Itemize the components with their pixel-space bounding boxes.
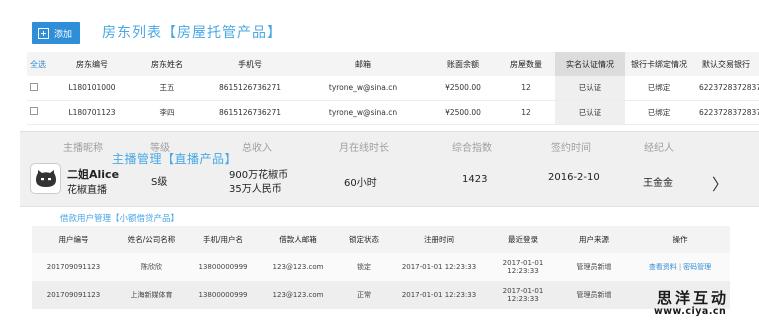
- cell-default-bank: 6223728372837: [693, 100, 759, 125]
- cell-actions: 查看资料 | 密码管理: [630, 253, 730, 281]
- cell-user-phone: 13800000999: [188, 281, 258, 309]
- col-default-bank: 默认交易银行: [693, 52, 759, 76]
- col-last-login: 最近登录: [488, 226, 558, 253]
- anchor-name: 二姐Alice: [67, 168, 120, 181]
- anchor-section-title: 主播管理【直播产品】: [112, 152, 238, 166]
- col-landlord-id: 房东编号: [53, 52, 131, 76]
- cell-lock-status: 锁定: [338, 253, 390, 281]
- col-user-email: 借款人邮箱: [258, 226, 338, 253]
- cell-user-id: 201709091123: [32, 281, 115, 309]
- cell-landlord-id: L180701123: [53, 100, 131, 125]
- cell-reg-time: 2017-01-01 12:23:33: [390, 253, 488, 281]
- table-row: 201709091123 上海新媒体育 13800000999 123@123.…: [32, 281, 730, 309]
- watermark-url: www.ciya.cn: [654, 306, 727, 317]
- add-button[interactable]: 添加: [32, 22, 80, 44]
- landlord-header-row: 全选 房东编号 房东姓名 手机号 邮箱 账面余额 房屋数量 实名认证情况 银行卡…: [27, 52, 759, 76]
- cell-lock-status: 正常: [338, 281, 390, 309]
- cell-bank-bind: 已绑定: [625, 76, 693, 101]
- cell-user-email: 123@123.com: [258, 253, 338, 281]
- col-user-name: 姓名/公司名称: [115, 226, 188, 253]
- col-reg-time: 注册时间: [390, 226, 488, 253]
- col-user-phone: 手机/用户名: [188, 226, 258, 253]
- col-anchor-nickname: 主播昵称: [63, 143, 103, 154]
- col-actions: 操作: [630, 226, 730, 253]
- cell-default-bank: 6223728372837: [693, 76, 759, 101]
- cell-house-count: 12: [497, 76, 555, 101]
- anchor-income-coins: 900万花椒币: [229, 170, 289, 181]
- col-anchor-index: 综合指数: [452, 143, 492, 154]
- table-row: L180701123 李四 8615126736271 tyrone_w@sin…: [27, 100, 759, 125]
- col-phone: 手机号: [203, 52, 297, 76]
- anchor-level: S级: [151, 177, 168, 188]
- cell-realname-auth: 已认证: [555, 76, 625, 101]
- cell-last-login: 2017-01-01 12:23:33: [488, 253, 558, 281]
- landlord-section-title: 房东列表【房屋托管产品】: [102, 25, 282, 41]
- table-row: 201709091123 陈欣欣 13800000999 123@123.com…: [32, 253, 730, 281]
- cat-icon: [35, 169, 56, 187]
- cell-email: tyrone_w@sina.cn: [297, 76, 429, 101]
- col-anchor-income: 总收入: [242, 143, 272, 154]
- select-all-link[interactable]: 全选: [27, 52, 53, 76]
- cell-phone: 8615126736271: [203, 76, 297, 101]
- col-anchor-sign-date: 签约时间: [551, 143, 591, 154]
- col-email: 邮箱: [297, 52, 429, 76]
- col-landlord-name: 房东姓名: [131, 52, 203, 76]
- cell-realname-auth: 已认证: [555, 100, 625, 125]
- password-manage-link[interactable]: 密码管理: [683, 263, 711, 271]
- view-profile-link[interactable]: 查看资料: [649, 263, 677, 271]
- cell-email: tyrone_w@sina.cn: [297, 100, 429, 125]
- anchor-online-hours: 60小时: [344, 178, 377, 189]
- cell-user-source: 管理员新增: [558, 253, 630, 281]
- cell-user-email: 123@123.com: [258, 281, 338, 309]
- loan-section-title: 借款用户管理【小额借贷产品】: [60, 214, 180, 224]
- table-row: L180101000 王五 8615126736271 tyrone_w@sin…: [27, 76, 759, 101]
- landlord-table: 全选 房东编号 房东姓名 手机号 邮箱 账面余额 房屋数量 实名认证情况 银行卡…: [27, 52, 759, 125]
- cell-user-id: 201709091123: [32, 253, 115, 281]
- col-balance: 账面余额: [429, 52, 497, 76]
- cell-bank-bind: 已绑定: [625, 100, 693, 125]
- row-checkbox[interactable]: [30, 107, 38, 115]
- cell-balance: ¥2500.00: [429, 100, 497, 125]
- cell-landlord-id: L180101000: [53, 76, 131, 101]
- anchor-income-rmb: 35万人民币: [229, 184, 282, 195]
- col-house-count: 房屋数量: [497, 52, 555, 76]
- cell-reg-time: 2017-01-01 12:23:33: [390, 281, 488, 309]
- plus-icon: [38, 27, 49, 39]
- anchor-platform: 花椒直播: [67, 185, 107, 196]
- cell-landlord-name: 李四: [131, 100, 203, 125]
- cell-user-source: 管理员新增: [558, 281, 630, 309]
- loan-header-row: 用户编号 姓名/公司名称 手机/用户名 借款人邮箱 锁定状态 注册时间 最近登录…: [32, 226, 730, 253]
- anchor-agent: 王金金: [643, 178, 673, 189]
- anchor-index: 1423: [462, 174, 488, 185]
- cell-house-count: 12: [497, 100, 555, 125]
- cell-balance: ¥2500.00: [429, 76, 497, 101]
- col-bank-bind: 银行卡绑定情况: [625, 52, 693, 76]
- cell-user-name: 陈欣欣: [115, 253, 188, 281]
- col-realname-auth[interactable]: 实名认证情况: [555, 52, 625, 76]
- cell-user-phone: 13800000999: [188, 253, 258, 281]
- avatar: [30, 163, 61, 194]
- cell-last-login: 2017-01-01 12:23:33: [488, 281, 558, 309]
- col-user-id: 用户编号: [32, 226, 115, 253]
- col-lock-status: 锁定状态: [338, 226, 390, 253]
- col-anchor-online: 月在线时长: [339, 143, 389, 154]
- row-checkbox[interactable]: [30, 82, 38, 91]
- cell-user-name: 上海新媒体育: [115, 281, 188, 309]
- cell-phone: 8615126736271: [203, 100, 297, 125]
- watermark-text: 思洋互动: [657, 289, 730, 307]
- cell-landlord-name: 王五: [131, 76, 203, 101]
- add-button-label: 添加: [54, 29, 73, 40]
- anchor-sign-date: 2016-2-10: [548, 172, 600, 183]
- col-user-source: 用户来源: [558, 226, 630, 253]
- col-anchor-agent: 经纪人: [644, 143, 674, 154]
- loan-table: 用户编号 姓名/公司名称 手机/用户名 借款人邮箱 锁定状态 注册时间 最近登录…: [32, 226, 730, 309]
- chevron-right-icon[interactable]: 〉: [712, 171, 728, 195]
